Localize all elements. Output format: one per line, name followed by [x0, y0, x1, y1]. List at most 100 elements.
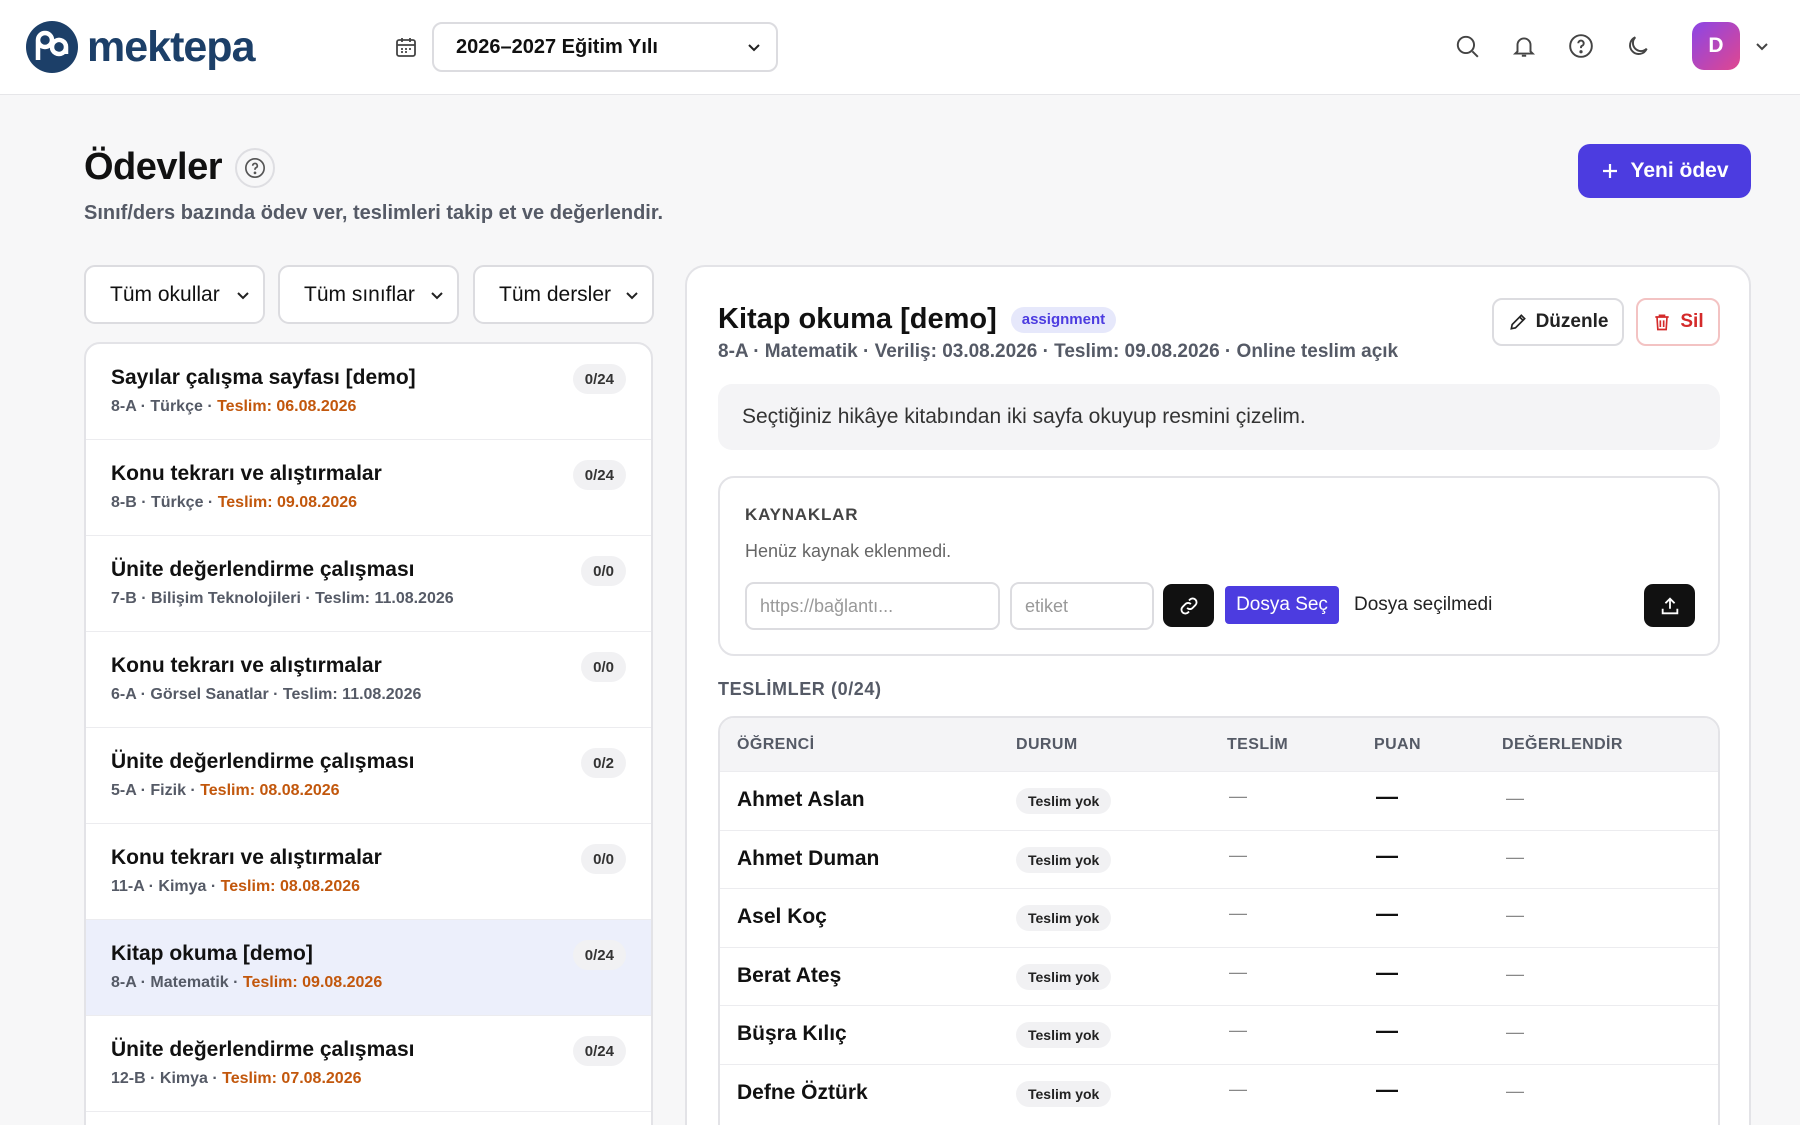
chevron-down-icon	[1756, 43, 1768, 51]
list-item[interactable]: Sayılar çalışma sayfası [demo] 8-A · Tür…	[86, 344, 651, 440]
submissions-table: ÖĞRENCİ DURUM TESLİM PUAN DEĞERLENDİR Ah…	[718, 716, 1720, 1125]
score-cell: —	[1376, 784, 1398, 809]
page-help-button[interactable]	[235, 148, 275, 188]
pencil-icon	[1509, 314, 1526, 330]
table-row[interactable]: Ahmet Duman Teslim yok — — —	[720, 829, 1718, 889]
assignment-title: Konu tekrarı ve alıştırmalar	[111, 654, 382, 677]
column-header-evaluate: DEĞERLENDİR	[1502, 736, 1623, 753]
list-item[interactable]: Konu tekrarı ve alıştırmalar 11-A · Kimy…	[86, 824, 651, 920]
evaluate-cell: —	[1506, 846, 1524, 867]
new-assignment-button[interactable]: Yeni ödev	[1578, 144, 1751, 198]
list-item[interactable]: Konu tekrarı ve alıştırmalar 6-A · Görse…	[86, 632, 651, 728]
resources-heading: KAYNAKLAR	[745, 505, 859, 524]
assignment-meta: 6-A · Görsel Sanatlar · Teslim: 11.08.20…	[111, 686, 422, 703]
table-row[interactable]: Berat Ateş Teslim yok — — —	[720, 946, 1718, 1006]
list-item[interactable]: Ünite değerlendirme çalışması 12-B · Kim…	[86, 1016, 651, 1112]
student-name: Büşra Kılıç	[737, 1022, 847, 1045]
assignment-meta: 11-A · Kimya · Teslim: 08.08.2026	[111, 878, 361, 895]
status-badge: Teslim yok	[1016, 1022, 1112, 1048]
assignment-list: Sayılar çalışma sayfası [demo] 8-A · Tür…	[84, 342, 653, 1125]
edit-button[interactable]: Düzenle	[1492, 298, 1624, 346]
student-name: Berat Ateş	[737, 963, 842, 987]
list-item[interactable]: Konu tekrarı ve alıştırmalar 8-B · Türkç…	[86, 440, 651, 536]
school-year-select[interactable]: 2026–2027 Eğitim Yılı	[432, 22, 778, 72]
school-year-value: 2026–2027 Eğitim Yılı	[456, 35, 658, 58]
submission-count-badge: 0/0	[581, 556, 626, 586]
score-cell: —	[1376, 1076, 1398, 1102]
column-header-status: DURUM	[1016, 736, 1078, 753]
help-icon[interactable]	[1568, 33, 1594, 59]
status-badge: Teslim yok	[1016, 846, 1112, 873]
score-cell: —	[1376, 1018, 1398, 1043]
chevron-down-icon	[431, 291, 443, 299]
page-subtitle: Sınıf/ders bazında ödev ver, teslimleri …	[84, 202, 664, 224]
assignment-description: Seçtiğiniz hikâye kitabından iki sayfa o…	[718, 384, 1720, 450]
dark-mode-moon-icon[interactable]	[1625, 33, 1651, 59]
chevron-down-icon	[237, 291, 249, 299]
table-header: ÖĞRENCİ DURUM TESLİM PUAN DEĞERLENDİR	[720, 718, 1718, 771]
table-row[interactable]: Asel Koç Teslim yok — — —	[720, 888, 1718, 947]
list-item[interactable]: Ünite değerlendirme çalışması 7-B · Bili…	[86, 536, 651, 632]
search-icon[interactable]	[1454, 33, 1480, 59]
school-filter-value: Tüm okullar	[110, 282, 220, 306]
class-filter-select[interactable]: Tüm sınıflar	[278, 265, 459, 324]
assignment-title: Ünite değerlendirme çalışması	[111, 1038, 415, 1061]
assignment-meta: 5-A · Fizik · Teslim: 08.08.2026	[111, 782, 340, 799]
resources-card: KAYNAKLAR Henüz kaynak eklenmedi. https:…	[718, 476, 1720, 656]
link-icon	[1180, 597, 1197, 614]
assignment-meta: 7-B · Bilişim Teknolojileri · Teslim: 11…	[111, 590, 454, 607]
evaluate-cell: —	[1506, 1022, 1524, 1042]
submissions-heading: TESLİMLER (0/24)	[718, 679, 882, 699]
submission-count-badge: 0/0	[581, 844, 626, 874]
column-header-submitted: TESLİM	[1227, 736, 1289, 753]
evaluate-cell: —	[1506, 963, 1524, 984]
evaluate-cell: —	[1506, 788, 1524, 808]
submission-count-badge: 0/24	[572, 1036, 626, 1066]
add-link-button[interactable]	[1163, 584, 1214, 627]
top-bar: mektepa 2026–2027 Eğitim Yılı D	[0, 0, 1800, 95]
upload-button[interactable]	[1644, 584, 1695, 627]
brand-name: mektepa	[87, 22, 255, 71]
score-cell: —	[1376, 901, 1398, 926]
assignment-title: Ünite değerlendirme çalışması	[111, 558, 415, 581]
table-row[interactable]: Defne Öztürk Teslim yok — — —	[720, 1063, 1718, 1123]
resource-tag-input[interactable]: etiket	[1010, 582, 1154, 630]
new-assignment-label: Yeni ödev	[1630, 159, 1729, 182]
school-filter-select[interactable]: Tüm okullar	[84, 265, 265, 324]
student-name: Ahmet Aslan	[737, 788, 865, 811]
detail-meta: 8-A · Matematik · Veriliş: 03.08.2026 · …	[718, 341, 1399, 362]
list-item[interactable]: Ünite değerlendirme çalışması 5-A · Fizi…	[86, 728, 651, 824]
subject-filter-select[interactable]: Tüm dersler	[473, 265, 654, 324]
user-menu[interactable]: D	[1692, 22, 1770, 70]
notification-bell-icon[interactable]	[1511, 33, 1537, 59]
delete-button[interactable]: Sil	[1636, 298, 1720, 346]
due-date: Teslim: 09.08.2026	[242, 974, 383, 991]
resource-url-input[interactable]: https://bağlantı...	[745, 582, 1000, 630]
due-date: Teslim: 07.08.2026	[222, 1070, 362, 1087]
status-badge: Teslim yok	[1016, 788, 1112, 814]
student-name: Defne Öztürk	[737, 1080, 868, 1104]
chevron-down-icon	[748, 44, 760, 52]
brand-logo[interactable]: mektepa	[25, 20, 255, 74]
submitted-cell: —	[1229, 903, 1247, 923]
score-cell: —	[1376, 959, 1398, 985]
column-header-student: ÖĞRENCİ	[737, 736, 815, 753]
chevron-down-icon	[626, 291, 638, 299]
avatar: D	[1692, 22, 1740, 70]
submitted-cell: —	[1229, 786, 1247, 806]
table-row[interactable]: Büşra Kılıç Teslim yok — — —	[720, 1005, 1718, 1064]
assignment-meta: 12-B · Kimya · Teslim: 07.08.2026	[111, 1070, 362, 1087]
assignment-title: Konu tekrarı ve alıştırmalar	[111, 846, 382, 869]
assignment-meta: 8-A · Türkçe · Teslim: 06.08.2026	[111, 398, 357, 415]
assignment-title: Konu tekrarı ve alıştırmalar	[111, 462, 382, 485]
class-filter-value: Tüm sınıflar	[304, 282, 415, 306]
submitted-cell: —	[1229, 844, 1247, 865]
trash-icon	[1655, 314, 1670, 331]
due-date: Teslim: 08.08.2026	[200, 782, 340, 799]
due-date: Teslim: 08.08.2026	[220, 878, 361, 895]
table-row[interactable]: Ahmet Aslan Teslim yok — — —	[720, 771, 1718, 830]
evaluate-cell: —	[1506, 905, 1524, 925]
score-cell: —	[1376, 842, 1398, 868]
choose-file-button[interactable]: Dosya Seç	[1225, 586, 1339, 624]
list-item-selected[interactable]: Kitap okuma [demo] 8-A · Matematik · Tes…	[86, 920, 651, 1016]
